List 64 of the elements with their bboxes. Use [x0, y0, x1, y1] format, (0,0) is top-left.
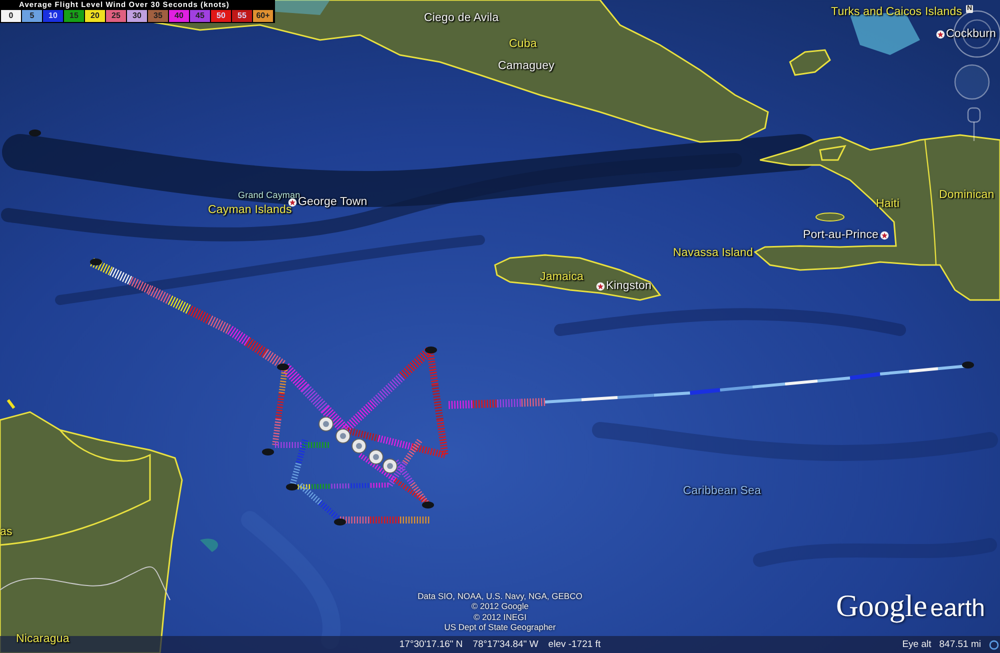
ring-icon [989, 640, 999, 650]
place-label: Cayman Islands [208, 204, 292, 217]
legend-entry: 20 [85, 10, 105, 22]
sea-label: Caribbean Sea [683, 485, 762, 498]
attribution-text: © 2012 Google [470, 601, 530, 612]
legend-entry: 0 [1, 10, 21, 22]
marker-icon [962, 362, 974, 368]
reef-shape [200, 538, 218, 552]
latitude-text: 17°30'17.16" N [399, 638, 463, 650]
legend-entry: 40 [169, 10, 189, 22]
joystick-ring-icon[interactable] [954, 64, 990, 100]
place-label: Turks and Caicos Islands [831, 6, 962, 19]
marker-icon [277, 364, 289, 370]
place-label: Grand Cayman [238, 190, 300, 200]
legend-entry: 50 [211, 10, 231, 22]
zoom-control-icon[interactable] [967, 107, 981, 141]
city-star-icon [596, 282, 605, 291]
marker-icon [262, 448, 274, 456]
marker-icon [422, 502, 434, 508]
marker-icon [425, 346, 437, 354]
legend-entry: 45 [190, 10, 210, 22]
place-label: Navassa Island [673, 247, 754, 260]
legend-entry: 25 [106, 10, 126, 22]
place-label: Dominican [939, 189, 994, 202]
city-star-icon [880, 231, 889, 240]
city-label: Cockburn [946, 28, 996, 41]
legend-entry: 55 [232, 10, 252, 22]
legend-entry: 35 [148, 10, 168, 22]
city-star-icon [936, 30, 945, 39]
eye-altitude-value: 847.51 mi [939, 638, 981, 650]
marker-icon [334, 518, 346, 526]
city-label: Port-au-Prince [803, 229, 879, 242]
circle-marker-icon [318, 416, 334, 432]
place-label: as [0, 526, 12, 539]
flight-track-fragment [6, 399, 16, 409]
eye-altitude-label: Eye alt [902, 638, 932, 650]
elevation-text: elev -1721 ft [548, 638, 601, 650]
legend-entry: 5 [22, 10, 42, 22]
place-label: Haiti [876, 198, 900, 211]
circle-marker-icon [352, 438, 366, 454]
city-label: George Town [298, 196, 368, 209]
place-label: Nicaragua [16, 633, 70, 646]
legend-entry: 60+ [253, 10, 273, 22]
circle-marker-icon [368, 450, 384, 464]
place-label: Ciego de Avila [424, 12, 499, 25]
legend-entry: 30 [127, 10, 147, 22]
attribution-text: US Dept of State Geographer [443, 622, 557, 632]
city-label: Kingston [606, 280, 652, 293]
place-label: Jamaica [540, 271, 584, 284]
attribution-text: © 2012 INEGI [472, 612, 528, 622]
longitude-text: 78°17'34.84" W [472, 638, 538, 650]
circle-marker-icon [382, 458, 398, 474]
marker-icon [29, 130, 41, 136]
legend-entry: 10 [43, 10, 63, 22]
marker-icon [286, 484, 298, 490]
legend-entry: 15 [64, 10, 84, 22]
attribution-text: Data SIO, NOAA, U.S. Navy, NGA, GEBCO [416, 591, 584, 602]
place-label: Cuba [509, 38, 537, 51]
island-landmass [789, 49, 831, 76]
place-label: Camaguey [498, 60, 554, 73]
marker-icon [90, 258, 102, 266]
circle-marker-icon [336, 428, 350, 444]
logo-wordmark: Google [836, 588, 928, 624]
logo-wordmark: earth [930, 594, 985, 624]
